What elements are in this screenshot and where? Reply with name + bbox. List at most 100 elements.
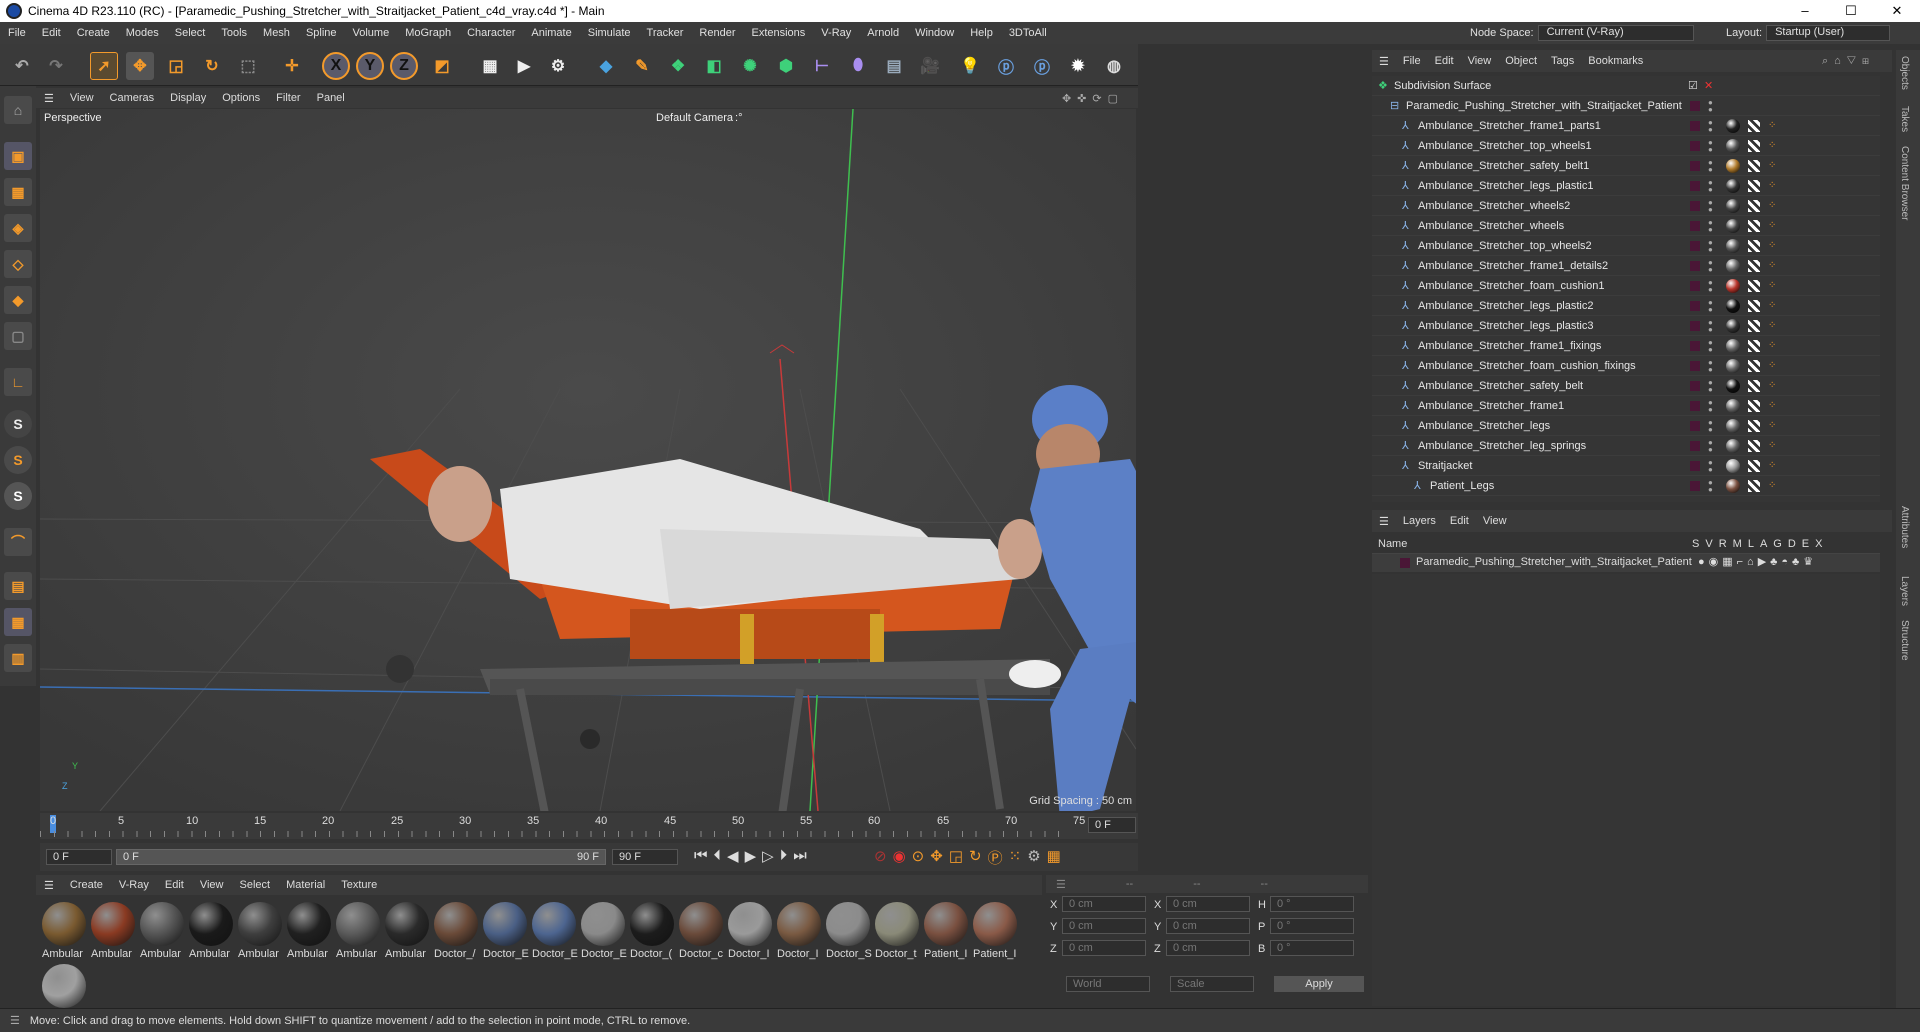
object-row[interactable]: ⅄ Ambulance_Stretcher_legs_plastic1 ● ● ⁘ bbox=[1372, 176, 1880, 196]
object-name[interactable]: Ambulance_Stretcher_leg_springs bbox=[1418, 440, 1586, 452]
menu-animate[interactable]: Animate bbox=[523, 27, 579, 39]
3d-viewport[interactable]: ⌐ Perspective Default Camera :° Z Y Grid… bbox=[40, 109, 1136, 811]
go-to-start-icon[interactable]: ⏮ bbox=[694, 847, 708, 865]
texture-tag-icon[interactable] bbox=[1748, 379, 1760, 392]
material-swatch[interactable]: Doctor_t bbox=[875, 902, 921, 960]
material-swatch[interactable]: Doctor_c bbox=[679, 902, 725, 960]
layer-hamburger-icon[interactable]: ☰ bbox=[1372, 515, 1396, 528]
uvw-tag-icon[interactable]: ⁘ bbox=[1768, 400, 1776, 411]
vray-globe-icon[interactable]: ◍ bbox=[1100, 52, 1128, 80]
menu-extensions[interactable]: Extensions bbox=[743, 27, 813, 39]
menu-help[interactable]: Help bbox=[962, 27, 1001, 39]
menu-simulate[interactable]: Simulate bbox=[580, 27, 639, 39]
viewport-menu-options[interactable]: Options bbox=[214, 92, 268, 104]
texture-mode-icon[interactable]: ▦ bbox=[4, 178, 32, 206]
object-search-icons[interactable]: ⌕⌂▽⊞ bbox=[1815, 55, 1882, 68]
material-swatch[interactable]: Ambular bbox=[287, 902, 333, 960]
object-name[interactable]: Ambulance_Stretcher_frame1_fixings bbox=[1418, 340, 1601, 352]
layer-color-swatch[interactable] bbox=[1690, 440, 1700, 451]
step-forward-icon[interactable]: ▷ bbox=[762, 847, 774, 865]
render-settings-icon[interactable]: ⚙ bbox=[544, 52, 572, 80]
material-tag-icon[interactable] bbox=[1726, 398, 1740, 413]
visibility-dots-icon[interactable]: ● ● bbox=[1708, 218, 1714, 233]
layer-color-swatch[interactable] bbox=[1690, 380, 1700, 391]
material-swatch[interactable]: Doctor_E bbox=[532, 902, 578, 960]
coord-value-field[interactable]: 0 cm bbox=[1062, 896, 1146, 912]
end-frame-field[interactable]: 90 F bbox=[612, 849, 678, 865]
texture-tag-icon[interactable] bbox=[1748, 259, 1760, 272]
texture-tag-icon[interactable] bbox=[1748, 419, 1760, 432]
keyframe-selection-icon[interactable]: ⊙ bbox=[912, 847, 925, 868]
layer-color-swatch[interactable] bbox=[1690, 140, 1700, 151]
layer-color-swatch[interactable] bbox=[1690, 460, 1700, 471]
uvw-tag-icon[interactable]: ⁘ bbox=[1768, 280, 1776, 291]
mograph-cloner-icon[interactable]: ✺ bbox=[736, 52, 764, 80]
object-name[interactable]: Subdivision Surface bbox=[1394, 80, 1491, 92]
previous-key-icon[interactable]: ⏴ bbox=[714, 847, 722, 865]
uvw-tag-icon[interactable]: ⁘ bbox=[1768, 360, 1776, 371]
object-row[interactable]: ⅄ Ambulance_Stretcher_top_wheels2 ● ● ⁘ bbox=[1372, 236, 1880, 256]
make-editable-icon[interactable]: ⌂ bbox=[4, 96, 32, 124]
material-tag-icon[interactable] bbox=[1726, 318, 1740, 333]
menu-render[interactable]: Render bbox=[691, 27, 743, 39]
uvw-tag-icon[interactable]: ⁘ bbox=[1768, 440, 1776, 451]
layer-color-swatch[interactable] bbox=[1690, 240, 1700, 251]
node-space-dropdown[interactable]: Current (V-Ray) bbox=[1537, 25, 1694, 41]
visibility-dots-icon[interactable]: ● ● bbox=[1708, 178, 1714, 193]
light-icon[interactable]: 💡 bbox=[956, 52, 984, 80]
texture-tag-icon[interactable] bbox=[1748, 159, 1760, 172]
floor-icon[interactable]: ▤ bbox=[880, 52, 908, 80]
menu-volume[interactable]: Volume bbox=[345, 27, 398, 39]
coord-value-field[interactable]: 0 cm bbox=[1166, 940, 1250, 956]
viewport-menu-display[interactable]: Display bbox=[162, 92, 214, 104]
material-swatch[interactable]: Ambular bbox=[238, 902, 284, 960]
x-axis-lock-icon[interactable]: X bbox=[322, 52, 350, 80]
material-tag-icon[interactable] bbox=[1726, 218, 1740, 233]
camera-icon[interactable]: 🎥 bbox=[916, 52, 944, 80]
visibility-dots-icon[interactable]: ● ● bbox=[1708, 478, 1714, 493]
timeline-window-icon[interactable]: ▦ bbox=[1047, 847, 1061, 868]
visibility-dots-icon[interactable]: ● ● bbox=[1708, 98, 1714, 113]
layer-color-swatch[interactable] bbox=[1690, 320, 1700, 331]
grid-icon[interactable]: ▦ bbox=[4, 608, 32, 636]
obj-menu-bookmarks[interactable]: Bookmarks bbox=[1581, 55, 1650, 67]
material-tag-icon[interactable] bbox=[1726, 438, 1740, 453]
texture-tag-icon[interactable] bbox=[1748, 299, 1760, 312]
visibility-dots-icon[interactable]: ● ● bbox=[1708, 158, 1714, 173]
texture-tag-icon[interactable] bbox=[1748, 279, 1760, 292]
object-row[interactable]: ⅄ Ambulance_Stretcher_frame1_details2 ● ● ⁘ bbox=[1372, 256, 1880, 276]
material-tag-icon[interactable] bbox=[1726, 178, 1740, 193]
layer-color-swatch[interactable] bbox=[1690, 340, 1700, 351]
coord-value-field[interactable]: 0 cm bbox=[1166, 918, 1250, 934]
layer-color-swatch[interactable] bbox=[1690, 480, 1700, 491]
uvw-tag-icon[interactable]: ⁘ bbox=[1768, 340, 1776, 351]
uvw-tag-icon[interactable]: ⁘ bbox=[1768, 320, 1776, 331]
object-name[interactable]: Ambulance_Stretcher_legs_plastic2 bbox=[1418, 300, 1594, 312]
texture-tag-icon[interactable] bbox=[1748, 339, 1760, 352]
texture-tag-icon[interactable] bbox=[1748, 219, 1760, 232]
mat-menu-create[interactable]: Create bbox=[62, 879, 111, 891]
scale-tool-icon[interactable]: ◲ bbox=[162, 52, 190, 80]
object-name[interactable]: Ambulance_Stretcher_top_wheels1 bbox=[1418, 140, 1592, 152]
layer-name[interactable]: Paramedic_Pushing_Stretcher_with_Straitj… bbox=[1416, 556, 1692, 568]
layer-row[interactable]: Paramedic_Pushing_Stretcher_with_Straitj… bbox=[1372, 554, 1880, 572]
object-name[interactable]: Straitjacket bbox=[1418, 460, 1472, 472]
object-row[interactable]: ⅄ Ambulance_Stretcher_safety_belt1 ● ● ⁘ bbox=[1372, 156, 1880, 176]
material-hamburger-icon[interactable]: ☰ bbox=[36, 879, 62, 892]
texture-tag-icon[interactable] bbox=[1748, 239, 1760, 252]
visibility-dots-icon[interactable]: ● ● bbox=[1708, 238, 1714, 253]
object-row[interactable]: ⅄ Ambulance_Stretcher_legs_plastic3 ● ● ⁘ bbox=[1372, 316, 1880, 336]
material-tag-icon[interactable] bbox=[1726, 278, 1740, 293]
viewport-menu-view[interactable]: View bbox=[62, 92, 102, 104]
status-menu-icon[interactable]: ☰ bbox=[0, 1014, 30, 1027]
coord-value-field[interactable]: 0 cm bbox=[1062, 918, 1146, 934]
layer-toggle-icons[interactable]: ●◉▦⌐⌂▶♣◓♣♛ bbox=[1698, 555, 1817, 568]
uvw-tag-icon[interactable]: ⁘ bbox=[1768, 260, 1776, 271]
material-swatch[interactable]: Doctor_E bbox=[581, 902, 627, 960]
object-name[interactable]: Ambulance_Stretcher_wheels bbox=[1418, 220, 1564, 232]
uvw-tag-icon[interactable]: ⁘ bbox=[1768, 140, 1776, 151]
coordinate-system-icon[interactable]: ◩ bbox=[428, 52, 456, 80]
menu-arnold[interactable]: Arnold bbox=[859, 27, 907, 39]
material-swatch[interactable]: Ambular bbox=[91, 902, 137, 960]
texture-tag-icon[interactable] bbox=[1748, 439, 1760, 452]
